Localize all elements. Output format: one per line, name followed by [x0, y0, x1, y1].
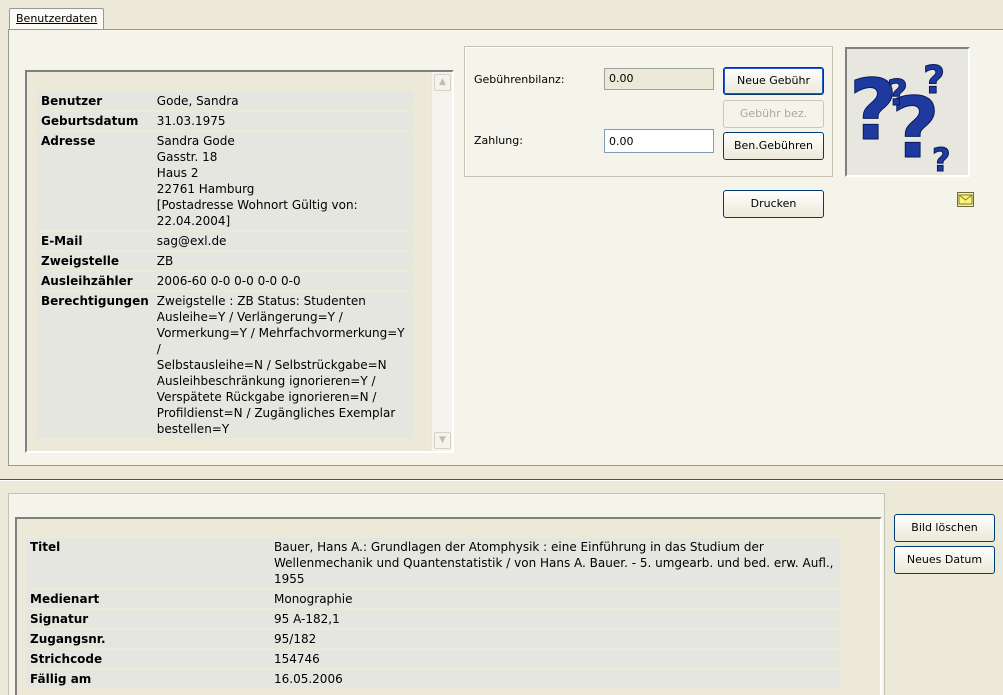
svg-text:?: ?: [923, 58, 945, 102]
vertical-scrollbar[interactable]: ▲ ▼: [431, 72, 452, 451]
user-image[interactable]: ? ? ? ? ?: [845, 47, 970, 180]
row-key: Benutzer: [37, 92, 153, 110]
scroll-down-icon[interactable]: ▼: [434, 432, 451, 449]
tab-benutzerdaten[interactable]: Benutzerdaten: [9, 8, 105, 30]
row-key: Zugangsnr.: [26, 630, 270, 648]
media-row-titel: Titel Bauer, Hans A.: Grundlagen der Atom…: [26, 538, 840, 588]
user-row-berechtigungen: Berechtigungen Zweigstelle : ZB Status: S…: [37, 292, 413, 438]
payment-label: Zahlung:: [474, 134, 523, 147]
row-value: Bauer, Hans A.: Grundlagen der Atomphysi…: [270, 538, 840, 588]
row-key: Geburtsdatum: [37, 112, 153, 130]
user-details-box: Benutzer Gode, Sandra Geburtsdatum 31.03.1…: [25, 70, 454, 453]
new-date-label: Neues Datum: [906, 553, 983, 566]
new-date-button[interactable]: Neues Datum: [894, 546, 995, 574]
user-details-scroll: Benutzer Gode, Sandra Geburtsdatum 31.03.1…: [27, 72, 427, 451]
row-value: Gode, Sandra: [152, 92, 413, 110]
question-marks-icon: ? ? ? ? ?: [849, 58, 952, 180]
user-details-table: Benutzer Gode, Sandra Geburtsdatum 31.03.1…: [37, 90, 413, 440]
row-key: E-Mail: [37, 232, 153, 250]
pay-fee-label: Gebühr bez.: [739, 107, 808, 120]
row-value: 16.05.2006: [270, 670, 840, 688]
user-fees-label: Ben.Gebühren: [733, 139, 814, 152]
section-divider: [0, 479, 1003, 481]
new-fee-button[interactable]: Neue Gebühr: [723, 67, 824, 95]
svg-text:?: ?: [887, 73, 908, 114]
mail-icon[interactable]: [957, 192, 974, 207]
row-value: Sandra Gode Gasstr. 18 Haus 2 22761 Hamb…: [152, 132, 413, 230]
tab-label: Benutzerdaten: [16, 12, 98, 25]
user-row-adresse: Adresse Sandra Gode Gasstr. 18 Haus 2 227…: [37, 132, 413, 230]
media-row-strichcode: Strichcode 154746: [26, 650, 840, 668]
media-details-box: Titel Bauer, Hans A.: Grundlagen der Atom…: [15, 517, 882, 695]
user-row-benutzer: Benutzer Gode, Sandra: [37, 92, 413, 110]
row-value: 31.03.1975: [152, 112, 413, 130]
new-fee-label: Neue Gebühr: [737, 74, 810, 87]
media-row-faellig-am: Fällig am 16.05.2006: [26, 670, 840, 688]
balance-label: Gebührenbilanz:: [474, 73, 565, 86]
delete-image-button[interactable]: Bild löschen: [894, 514, 995, 542]
media-details-table: Titel Bauer, Hans A.: Grundlagen der Atom…: [26, 536, 840, 690]
row-key: Ausleihzähler: [37, 272, 153, 290]
row-key: Strichcode: [26, 650, 270, 668]
row-value: Zweigstelle : ZB Status: Studenten Ausle…: [152, 292, 413, 438]
row-value: ZB: [152, 252, 413, 270]
row-key: Medienart: [26, 590, 270, 608]
row-value: 95 A-182,1: [270, 610, 840, 628]
row-value: Monographie: [270, 590, 840, 608]
payment-input[interactable]: 0.00: [604, 129, 714, 153]
media-row-signatur: Signatur 95 A-182,1: [26, 610, 840, 628]
pay-fee-button[interactable]: Gebühr bez.: [723, 100, 824, 128]
row-key: Berechtigungen: [37, 292, 153, 438]
print-label: Drucken: [750, 197, 797, 210]
scroll-up-icon[interactable]: ▲: [434, 74, 451, 91]
row-key: Signatur: [26, 610, 270, 628]
balance-field: 0.00: [604, 68, 714, 90]
row-key: Fällig am: [26, 670, 270, 688]
print-button[interactable]: Drucken: [723, 190, 824, 218]
user-row-zweigstelle: Zweigstelle ZB: [37, 252, 413, 270]
user-row-email: E-Mail sag@exl.de: [37, 232, 413, 250]
user-fees-button[interactable]: Ben.Gebühren: [723, 132, 824, 160]
row-value: 2006-60 0-0 0-0 0-0 0-0: [152, 272, 413, 290]
row-value: 95/182: [270, 630, 840, 648]
svg-text:?: ?: [932, 141, 951, 175]
delete-image-label: Bild löschen: [911, 521, 978, 534]
row-key: Titel: [26, 538, 270, 588]
media-row-zugangsnr: Zugangsnr. 95/182: [26, 630, 840, 648]
row-value: 154746: [270, 650, 840, 668]
row-key: Adresse: [37, 132, 153, 230]
user-row-geburtsdatum: Geburtsdatum 31.03.1975: [37, 112, 413, 130]
media-row-medienart: Medienart Monographie: [26, 590, 840, 608]
row-value: sag@exl.de: [152, 232, 413, 250]
user-row-ausleihzaehler: Ausleihzähler 2006-60 0-0 0-0 0-0 0-0: [37, 272, 413, 290]
row-key: Zweigstelle: [37, 252, 153, 270]
